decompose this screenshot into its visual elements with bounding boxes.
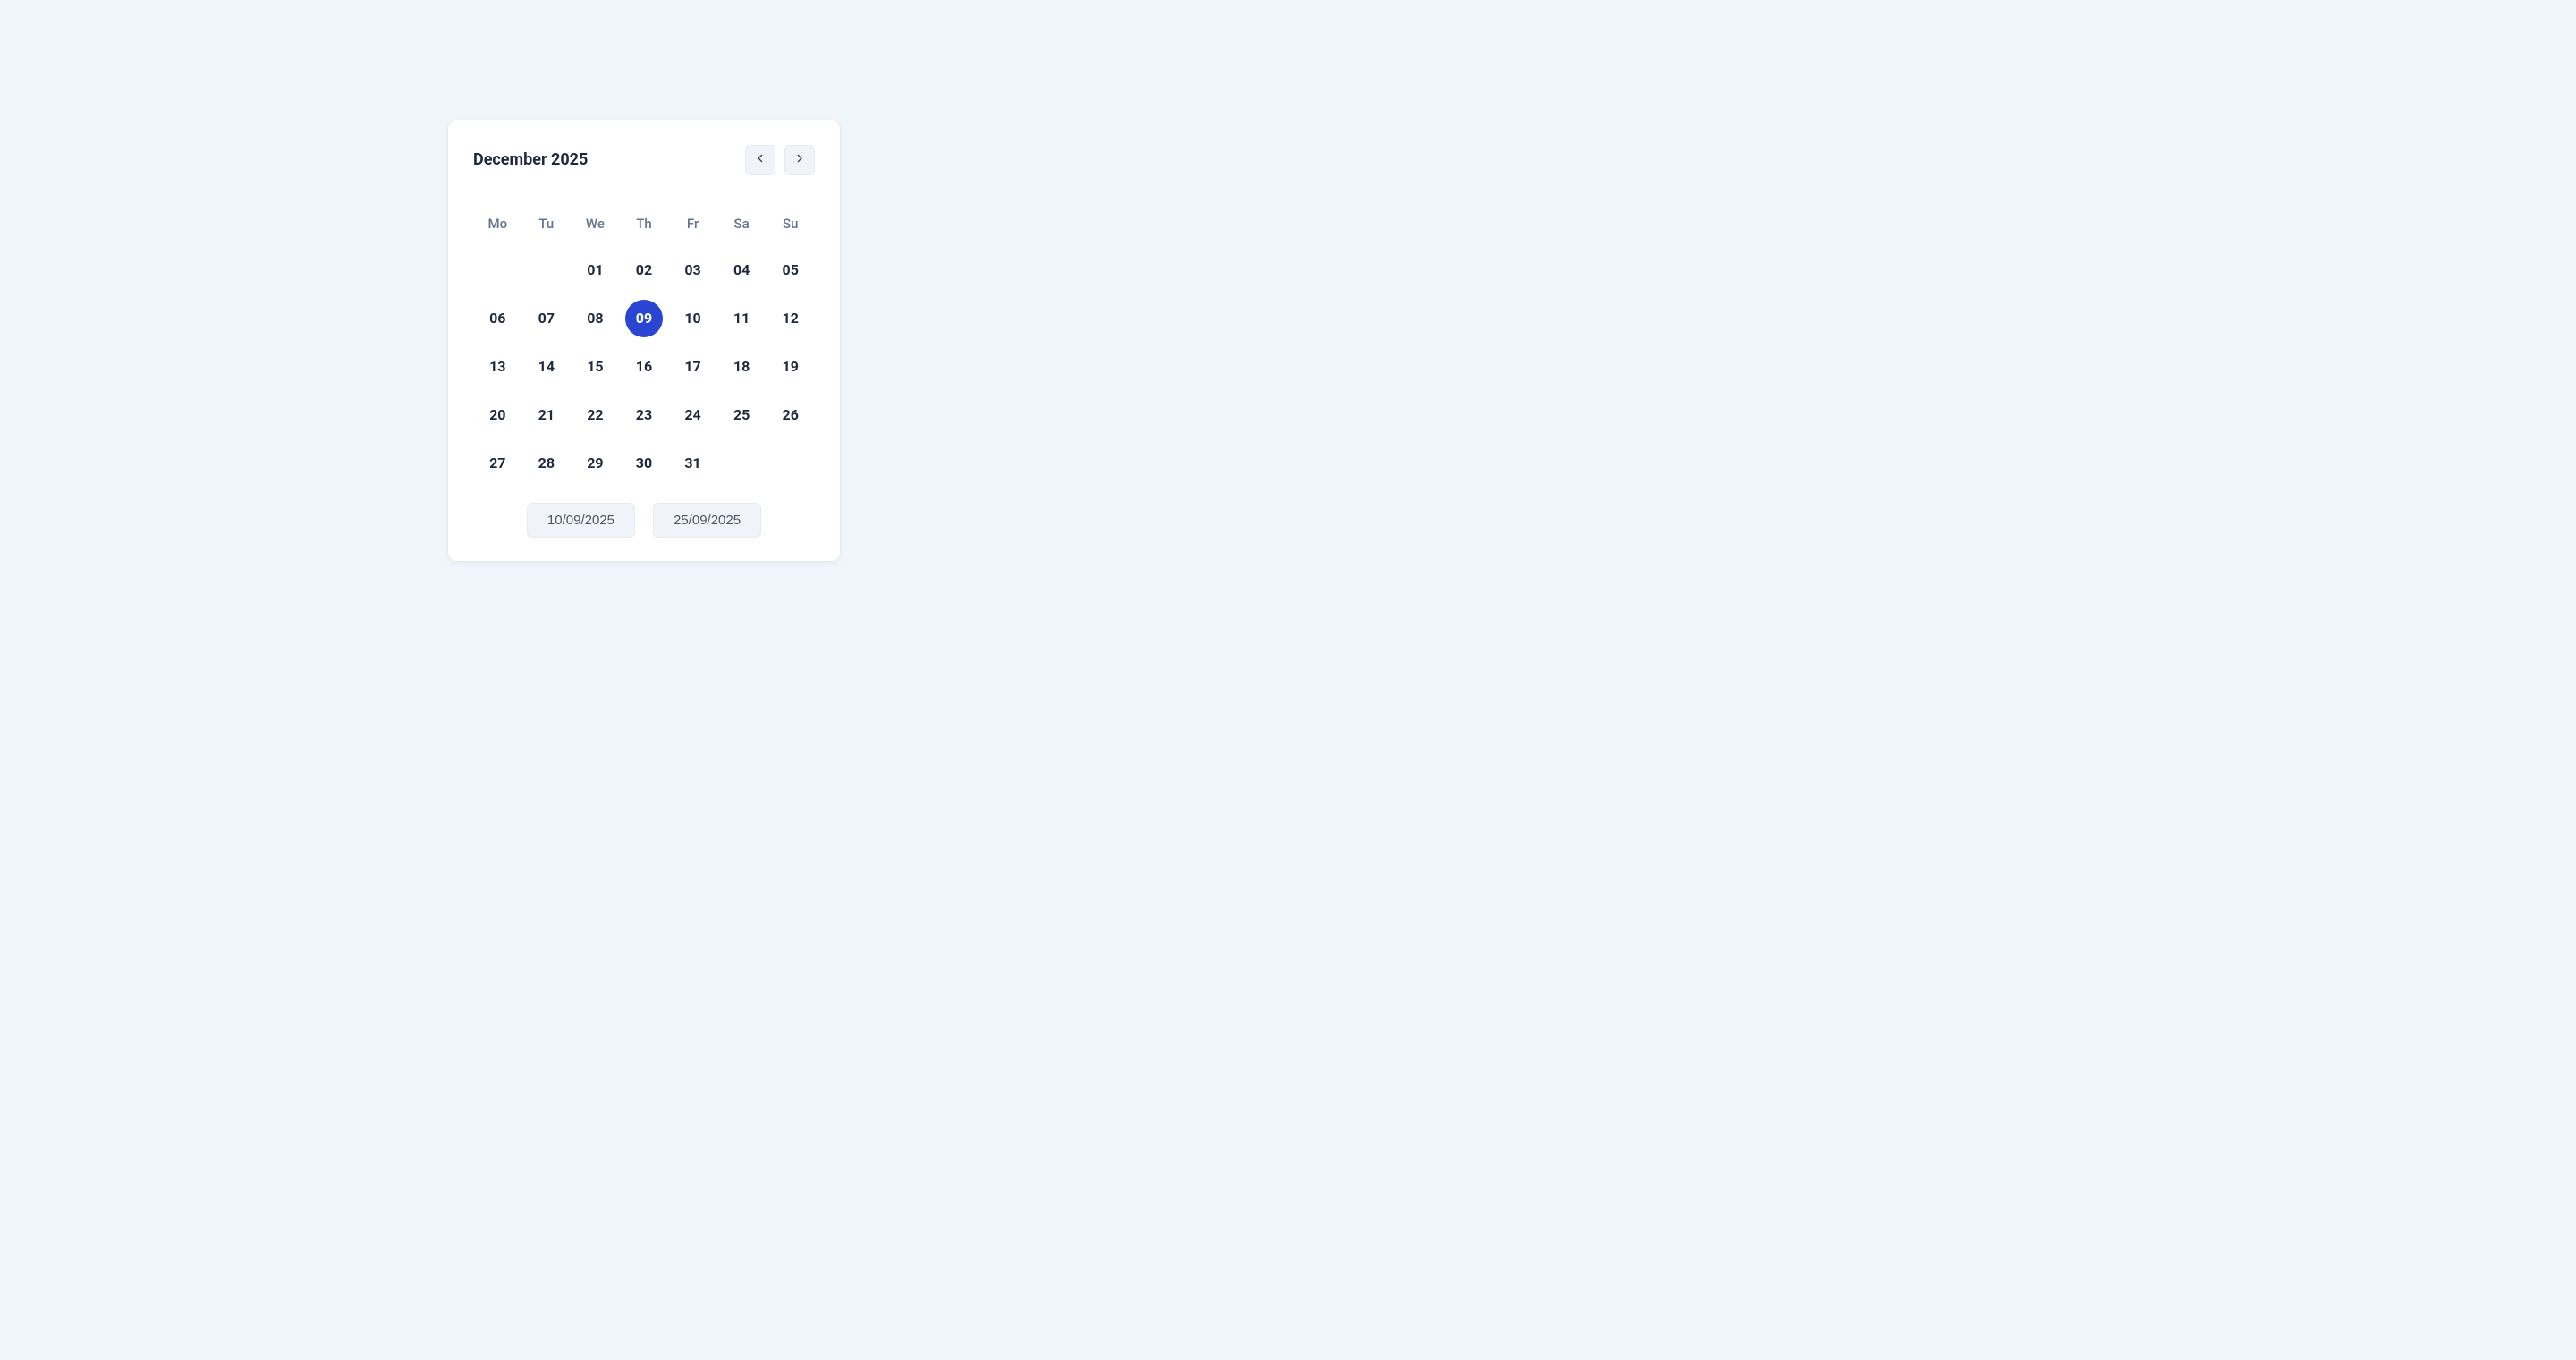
calendar-header: December 2025 — [473, 145, 815, 175]
day-cell: 23 — [620, 395, 669, 435]
calendar-day[interactable]: 27 — [479, 445, 516, 482]
calendar-day[interactable]: 03 — [674, 251, 712, 289]
weekday-header: Sa — [717, 206, 767, 242]
day-cell: 21 — [522, 395, 572, 435]
chevron-left-icon — [753, 151, 767, 168]
day-cell: 09 — [620, 299, 669, 338]
calendar-day[interactable]: 08 — [576, 300, 614, 337]
calendar-day[interactable]: 26 — [772, 396, 809, 434]
weekday-header: Tu — [522, 206, 572, 242]
chevron-right-icon — [792, 151, 807, 168]
day-cell: 28 — [522, 444, 572, 483]
nav-buttons — [745, 145, 815, 175]
calendar-day[interactable]: 31 — [674, 445, 712, 482]
calendar-day[interactable]: 14 — [528, 348, 565, 386]
day-cell: 24 — [668, 395, 717, 435]
calendar-day[interactable]: 22 — [576, 396, 614, 434]
calendar-day[interactable]: 25 — [723, 396, 760, 434]
day-cell: 10 — [668, 299, 717, 338]
calendar-day[interactable]: 23 — [625, 396, 663, 434]
day-cell: 30 — [620, 444, 669, 483]
day-cell: 08 — [571, 299, 620, 338]
quick-date-button-0[interactable]: 10/09/2025 — [527, 503, 635, 538]
calendar-day[interactable]: 15 — [576, 348, 614, 386]
quick-date-button-1[interactable]: 25/09/2025 — [653, 503, 761, 538]
day-cell: 20 — [473, 395, 522, 435]
calendar-day[interactable]: 02 — [625, 251, 663, 289]
prev-month-button[interactable] — [745, 145, 775, 175]
calendar-title: December 2025 — [473, 150, 588, 169]
calendar-day[interactable]: 04 — [723, 251, 760, 289]
day-cell: 15 — [571, 347, 620, 387]
calendar-day[interactable]: 18 — [723, 348, 760, 386]
calendar-day[interactable]: 30 — [625, 445, 663, 482]
day-cell: 17 — [668, 347, 717, 387]
calendar-day[interactable]: 21 — [528, 396, 565, 434]
calendar-day[interactable]: 17 — [674, 348, 712, 386]
weekday-header: Fr — [668, 206, 717, 242]
calendar-day[interactable]: 10 — [674, 300, 712, 337]
calendar-day[interactable]: 07 — [528, 300, 565, 337]
calendar-day[interactable]: 29 — [576, 445, 614, 482]
calendar-day[interactable]: 19 — [772, 348, 809, 386]
day-cell: 19 — [766, 347, 815, 387]
day-cell: 18 — [717, 347, 767, 387]
day-cell: 03 — [668, 251, 717, 290]
day-cell: 01 — [571, 251, 620, 290]
day-cell: 31 — [668, 444, 717, 483]
day-cell: 07 — [522, 299, 572, 338]
weekday-header: Th — [620, 206, 669, 242]
calendar-day[interactable]: 06 — [479, 300, 516, 337]
calendar-day[interactable]: 01 — [576, 251, 614, 289]
calendar-day[interactable]: 11 — [723, 300, 760, 337]
weekday-header: Su — [766, 206, 815, 242]
day-cell: 29 — [571, 444, 620, 483]
calendar-grid: MoTuWeThFrSaSu 01 02 03 04 05 06 07 08 09 10 11 12 13… — [473, 206, 815, 483]
day-cell: 04 — [717, 251, 767, 290]
calendar-card: December 2025 MoTuWeThFrSaSu 01 02 03 04 05 06… — [448, 120, 840, 561]
day-cell: 02 — [620, 251, 669, 290]
day-cell: 11 — [717, 299, 767, 338]
calendar-day[interactable]: 12 — [772, 300, 809, 337]
day-cell: 06 — [473, 299, 522, 338]
calendar-day[interactable]: 28 — [528, 445, 565, 482]
calendar-day[interactable]: 24 — [674, 396, 712, 434]
day-cell: 12 — [766, 299, 815, 338]
calendar-day[interactable]: 05 — [772, 251, 809, 289]
day-cell: 14 — [522, 347, 572, 387]
day-cell: 25 — [717, 395, 767, 435]
weekday-header: Mo — [473, 206, 522, 242]
calendar-day[interactable]: 13 — [479, 348, 516, 386]
day-cell: 26 — [766, 395, 815, 435]
quick-dates-row: 10/09/2025 25/09/2025 — [473, 503, 815, 538]
weekday-header: We — [571, 206, 620, 242]
calendar-day[interactable]: 20 — [479, 396, 516, 434]
day-cell-empty — [473, 251, 522, 290]
day-cell: 13 — [473, 347, 522, 387]
calendar-day[interactable]: 16 — [625, 348, 663, 386]
calendar-day[interactable]: 09 — [625, 300, 663, 337]
day-cell-empty — [522, 251, 572, 290]
next-month-button[interactable] — [784, 145, 815, 175]
day-cell: 22 — [571, 395, 620, 435]
day-cell: 27 — [473, 444, 522, 483]
day-cell: 05 — [766, 251, 815, 290]
day-cell: 16 — [620, 347, 669, 387]
